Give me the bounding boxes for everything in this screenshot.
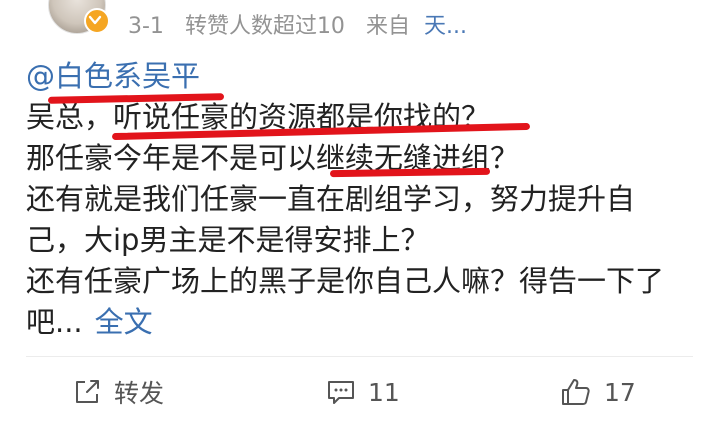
weibo-post: 3-1 转赞人数超过10 来自 天... @白色系吴平 吴总，听说任豪的资源都是你… bbox=[0, 0, 719, 426]
repost-label: 转发 bbox=[114, 379, 165, 408]
source-prefix: 来自 bbox=[365, 14, 410, 39]
source-link[interactable]: 天... bbox=[424, 14, 467, 39]
post-last-line: 吧... bbox=[26, 305, 83, 339]
comment-count: 11 bbox=[368, 377, 400, 407]
like-count: 17 bbox=[604, 377, 636, 407]
post-line-6: 吧... 全文 bbox=[26, 302, 696, 343]
thumbs-up-icon bbox=[562, 379, 590, 405]
post-line-4: 己，大ip男主是不是得安排上？ bbox=[26, 223, 430, 257]
post-line-5: 还有任豪广场上的黑子是你自己人嘛？得告一下了 bbox=[26, 264, 665, 298]
mention-line: @白色系吴平 bbox=[26, 56, 696, 97]
comment-icon bbox=[328, 381, 354, 404]
repost-button[interactable]: 转发 bbox=[72, 372, 164, 412]
verified-badge-icon bbox=[84, 8, 110, 34]
post-date: 3-1 bbox=[128, 14, 164, 39]
repost-note: 转赞人数超过10 bbox=[184, 14, 345, 39]
like-button[interactable]: 17 bbox=[560, 372, 636, 412]
full-text-link[interactable]: 全文 bbox=[95, 305, 153, 339]
post-meta: 3-1 转赞人数超过10 来自 天... bbox=[128, 8, 481, 40]
avatar-container[interactable] bbox=[48, 0, 110, 34]
divider bbox=[26, 356, 693, 357]
post-line-3: 还有就是我们任豪一直在剧组学习，努力提升自 bbox=[26, 182, 636, 216]
repost-icon bbox=[76, 380, 99, 403]
mention-link[interactable]: @白色系吴平 bbox=[26, 59, 200, 93]
comment-button[interactable]: 11 bbox=[326, 372, 400, 412]
